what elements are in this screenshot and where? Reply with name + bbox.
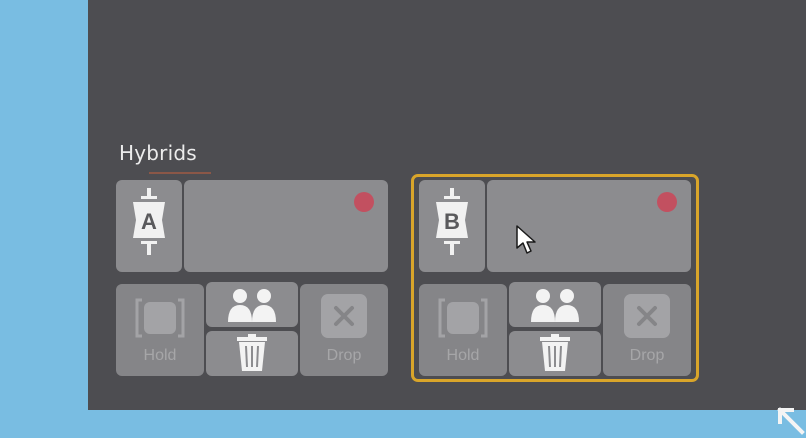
trash-icon (540, 334, 570, 371)
hold-label: Hold (143, 347, 177, 364)
hold-button-b[interactable]: Hold (419, 284, 507, 376)
users-icon (531, 289, 579, 322)
users-icon (228, 289, 276, 322)
trash-button-b[interactable] (509, 331, 601, 376)
section-title: Hybrids (119, 141, 197, 165)
hybrid-unit-a: A Hold Drop (115, 178, 389, 378)
title-underline (149, 172, 211, 174)
deck-b-icon: B (436, 188, 468, 255)
deck-a-display[interactable] (184, 180, 388, 272)
drop-button-b[interactable]: Drop (603, 284, 691, 376)
users-button-b[interactable] (509, 282, 601, 327)
users-button-a[interactable] (206, 282, 298, 327)
deck-b-button[interactable]: B (419, 180, 485, 272)
drop-button-a[interactable]: Drop (300, 284, 388, 376)
hold-label: Hold (446, 347, 480, 364)
deck-a-icon: A (133, 188, 165, 255)
resize-arrow-icon[interactable] (776, 406, 806, 438)
mouse-cursor-icon (516, 225, 536, 254)
record-dot (354, 192, 374, 212)
drop-label: Drop (326, 347, 362, 364)
deck-b-letter: B (444, 209, 460, 234)
record-dot (657, 192, 677, 212)
trash-icon (237, 334, 267, 371)
hold-button-a[interactable]: Hold (116, 284, 204, 376)
trash-button-a[interactable] (206, 331, 298, 376)
deck-a-letter: A (141, 209, 157, 234)
deck-a-button[interactable]: A (116, 180, 182, 272)
drop-label: Drop (629, 347, 665, 364)
hybrid-unit-b-controls: B Hold Drop (418, 178, 692, 378)
